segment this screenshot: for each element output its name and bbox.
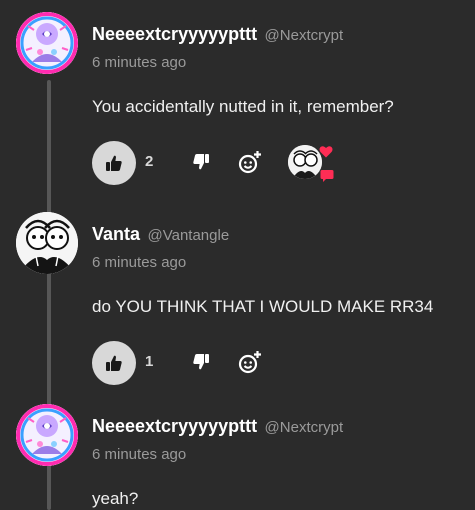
- avatar-image: [16, 212, 78, 274]
- comment-header: Vanta @Vantangle: [92, 224, 229, 245]
- avatar-image: [16, 12, 78, 74]
- user-handle[interactable]: @Vantangle: [147, 227, 229, 244]
- comment-actions: 2: [92, 141, 472, 185]
- add-reaction-button[interactable]: [238, 350, 262, 379]
- thumbs-down-icon: [193, 354, 209, 370]
- username[interactable]: Neeeextcryyyyypttt: [92, 24, 257, 44]
- comment-header: Neeeextcryyyyypttt @Nextcrypt: [92, 416, 343, 437]
- like-count: 1: [145, 353, 154, 370]
- comment-actions: 1: [92, 341, 472, 385]
- timestamp: 6 minutes ago: [92, 254, 187, 271]
- like-count: 2: [145, 153, 154, 170]
- avatar-image: [16, 404, 78, 466]
- reaction-stack[interactable]: [288, 141, 336, 185]
- like-button[interactable]: [92, 341, 136, 385]
- comment-text: You accidentally nutted in it, remember?: [92, 97, 394, 116]
- speech-bubble-icon: [320, 170, 334, 182]
- comment-text: yeah?: [92, 489, 139, 508]
- comment-text: do YOU THINK THAT I WOULD MAKE RR34: [92, 297, 434, 316]
- thumbs-up-icon: [106, 355, 122, 371]
- timestamp: 6 minutes ago: [92, 54, 187, 71]
- avatar[interactable]: [16, 212, 78, 274]
- timestamp: 6 minutes ago: [92, 446, 187, 463]
- dislike-button[interactable]: [192, 353, 210, 376]
- like-button[interactable]: [92, 141, 136, 185]
- add-reaction-button[interactable]: [238, 150, 262, 179]
- user-handle[interactable]: @Nextcrypt: [265, 419, 344, 436]
- username[interactable]: Neeeextcryyyyypttt: [92, 416, 257, 436]
- reactor-avatar-image: [288, 145, 322, 179]
- thumbs-up-icon: [106, 155, 122, 171]
- comment-header: Neeeextcryyyyypttt @Nextcrypt: [92, 24, 343, 45]
- add-reaction-icon: [238, 351, 261, 374]
- heart-icon: [319, 146, 333, 158]
- dislike-button[interactable]: [192, 153, 210, 176]
- username[interactable]: Vanta: [92, 224, 140, 244]
- add-reaction-icon: [238, 151, 261, 174]
- avatar[interactable]: [16, 12, 78, 74]
- user-handle[interactable]: @Nextcrypt: [265, 27, 344, 44]
- thumbs-down-icon: [193, 154, 209, 170]
- avatar[interactable]: [16, 404, 78, 466]
- reactor-avatar: [288, 145, 322, 179]
